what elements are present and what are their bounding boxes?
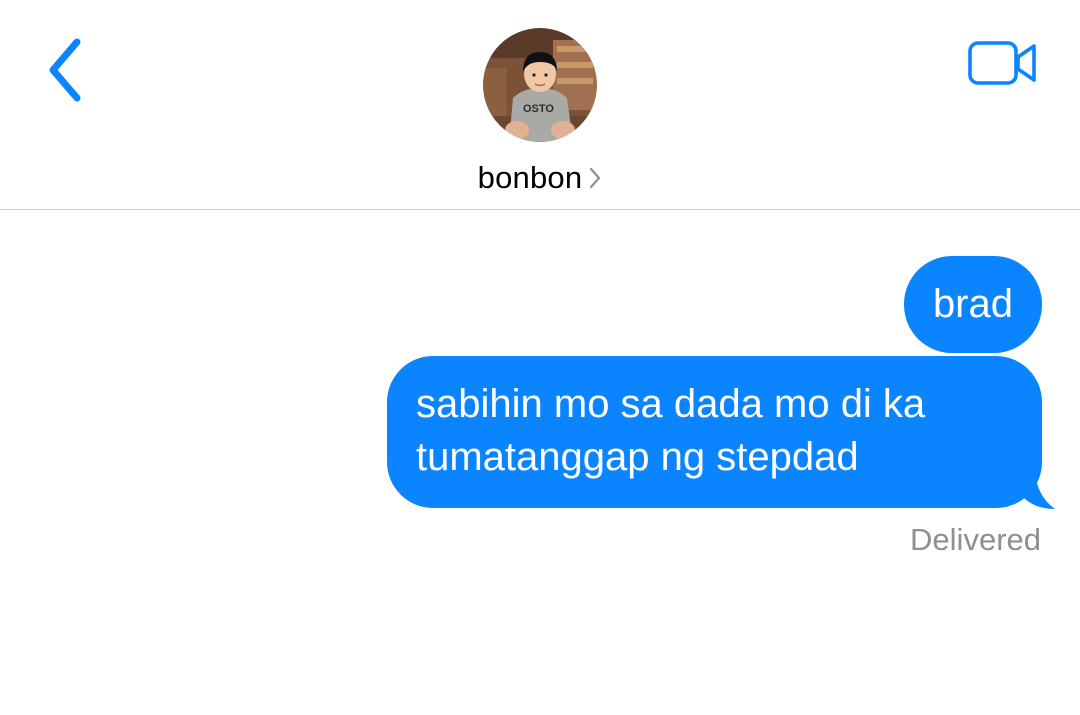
bubble-tail-icon: [1020, 466, 1055, 509]
messages-conversation-screen: OSTO bonbon brad sabihin mo sa dada mo d…: [0, 0, 1080, 715]
conversation-header: OSTO bonbon: [0, 0, 1080, 209]
back-button[interactable]: [30, 30, 100, 110]
chevron-left-icon: [49, 38, 81, 102]
message-text: brad: [932, 282, 1013, 326]
message-text: sabihin mo sa dada mo di ka tumatanggap …: [416, 382, 926, 479]
svg-text:OSTO: OSTO: [523, 103, 554, 115]
chevron-right-icon: [588, 166, 602, 190]
facetime-video-button[interactable]: [958, 30, 1048, 96]
contact-name: bonbon: [477, 160, 583, 195]
message-bubble-outgoing[interactable]: brad: [903, 256, 1042, 353]
avatar[interactable]: OSTO: [483, 28, 597, 142]
contact-avatar-photo: OSTO: [483, 28, 597, 142]
message-thread[interactable]: brad sabihin mo sa dada mo di ka tumatan…: [0, 210, 1080, 715]
message-bubble-outgoing[interactable]: sabihin mo sa dada mo di ka tumatanggap …: [387, 356, 1042, 508]
delivery-status: Delivered: [910, 522, 1041, 557]
contact-name-row[interactable]: bonbon: [478, 160, 603, 196]
contact-info-button[interactable]: OSTO bonbon: [390, 28, 690, 198]
video-camera-icon: [968, 41, 1036, 85]
